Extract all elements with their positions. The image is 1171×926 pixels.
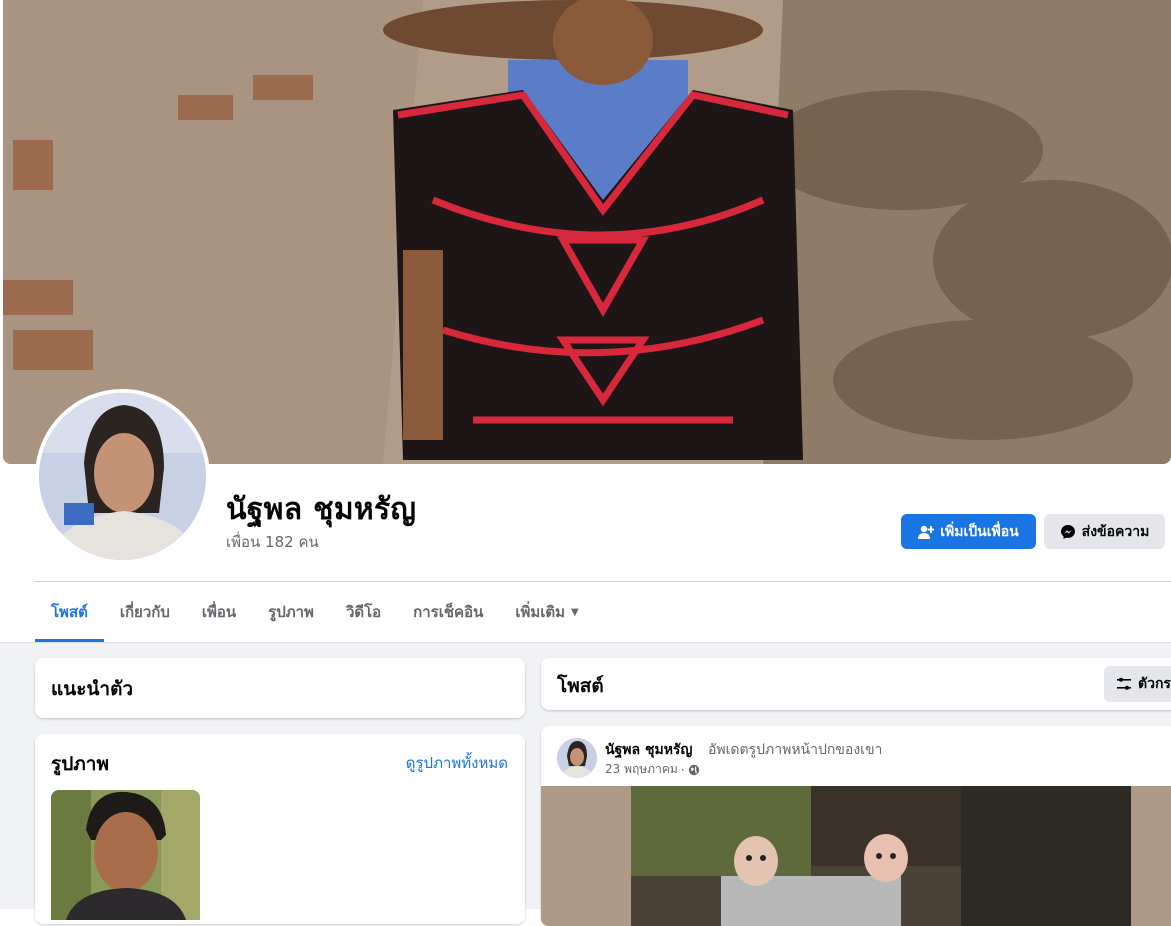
post-image[interactable] — [541, 786, 1171, 926]
message-button[interactable]: ส่งข้อความ — [1044, 514, 1165, 549]
cover-photo[interactable] — [3, 0, 1171, 464]
post-meta: 23 พฤษภาคม · — [605, 760, 700, 779]
post-image-photo — [631, 786, 1131, 926]
tab-posts-label: โพสต์ — [51, 603, 88, 621]
posts-header-card: โพสต์ ตัวกร — [541, 658, 1171, 710]
intro-title: แนะนำตัว — [51, 678, 134, 700]
tab-more-label: เพิ่มเติม — [515, 603, 566, 621]
cover-photo-image — [3, 0, 1171, 464]
tab-videos-label: วิดีโอ — [345, 603, 382, 621]
tab-photos-label: รูปภาพ — [268, 603, 314, 621]
tab-about-label: เกี่ยวกับ — [119, 603, 170, 621]
messenger-icon — [1060, 524, 1076, 540]
add-friend-label: เพิ่มเป็นเพื่อน — [940, 523, 1019, 540]
photo-thumbnail-image — [51, 790, 200, 920]
tab-about[interactable]: เกี่ยวกับ — [104, 582, 186, 642]
friends-count[interactable]: เพื่อน 182 คน — [226, 530, 319, 554]
profile-tabs: โพสต์ เกี่ยวกับ เพื่อน รูปภาพ วิดีโอ การ… — [35, 582, 595, 642]
tab-photos[interactable]: รูปภาพ — [252, 582, 330, 642]
message-label: ส่งข้อความ — [1081, 523, 1150, 540]
post-avatar-image — [557, 738, 597, 778]
tab-friends[interactable]: เพื่อน — [186, 582, 252, 642]
meta-separator: · — [680, 762, 685, 777]
photo-thumbnail[interactable] — [51, 790, 200, 920]
see-all-photos-link[interactable]: ดูรูปภาพทั้งหมด — [406, 751, 508, 775]
tab-friends-label: เพื่อน — [201, 603, 237, 621]
filter-button[interactable]: ตัวกร — [1104, 666, 1171, 702]
profile-avatar[interactable] — [39, 393, 206, 560]
add-friend-icon — [918, 524, 935, 540]
tab-checkins-label: การเช็คอิน — [413, 603, 484, 621]
photos-card: รูปภาพ ดูรูปภาพทั้งหมด — [35, 734, 525, 924]
post-author-name[interactable]: นัฐพล ชุมหรัญ — [605, 739, 692, 761]
avatar-image — [39, 393, 206, 560]
intro-card: แนะนำตัว — [35, 658, 525, 718]
post-author-avatar[interactable] — [557, 738, 597, 778]
post-date[interactable]: 23 พฤษภาคม — [605, 760, 678, 779]
caret-down-icon: ▼ — [571, 606, 579, 618]
photos-title: รูปภาพ — [51, 753, 109, 775]
filter-label: ตัวกร — [1138, 676, 1171, 692]
post-action-text: อัพเดตรูปภาพหน้าปกของเขา — [708, 742, 883, 758]
tab-posts[interactable]: โพสต์ — [35, 582, 104, 642]
tab-videos[interactable]: วิดีโอ — [330, 582, 397, 642]
post-card: นัฐพล ชุมหรัญ อัพเดตรูปภาพหน้าปกของเขา 2… — [541, 726, 1171, 926]
posts-title: โพสต์ — [557, 675, 604, 697]
profile-name: นัฐพล ชุมหรัญ — [226, 492, 417, 527]
tab-checkins[interactable]: การเช็คอิน — [397, 582, 499, 642]
filter-icon — [1116, 676, 1132, 692]
globe-icon — [688, 764, 700, 776]
add-friend-button[interactable]: เพิ่มเป็นเพื่อน — [901, 514, 1036, 549]
tab-more[interactable]: เพิ่มเติม ▼ — [499, 582, 594, 642]
